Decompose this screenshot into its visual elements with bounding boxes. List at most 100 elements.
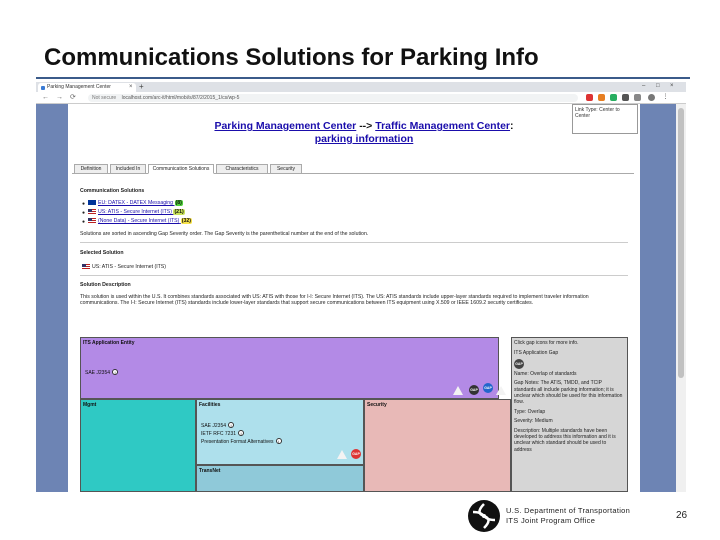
solution-text: (None Data) - Secure Internet (ITS) (98, 218, 180, 224)
sae-label-row: SAE J2354 i (85, 369, 119, 376)
mgmt-block: Mgmt (80, 399, 196, 492)
list-bullet: ● (82, 219, 86, 225)
link-type-note: Link Type: Center to Center (572, 104, 638, 134)
divider (80, 275, 628, 276)
close-window-icon[interactable]: × (670, 83, 674, 89)
severity-badge: (32) (180, 218, 192, 224)
scrollbar-thumb[interactable] (678, 108, 684, 378)
not-secure-label: Not secure (92, 95, 117, 101)
sae-j2354-label: SAE J2354 (85, 370, 111, 376)
back-button[interactable]: ← (42, 94, 49, 102)
divider (80, 242, 628, 243)
profile-avatar[interactable] (648, 94, 655, 101)
page-scrollbar[interactable] (676, 104, 686, 492)
tab-communication-solutions[interactable]: Communication Solutions (148, 164, 214, 174)
security-block: Security (364, 399, 511, 492)
severity-badge: (8) (174, 200, 183, 206)
gap-info-panel: Click gap icons for more info. ITS Appli… (511, 337, 628, 492)
url-input[interactable]: Not secure localhost.com/arc-it/html/mob… (88, 94, 578, 102)
usdot-logo (468, 500, 500, 532)
gap-icon[interactable]: GAP (469, 385, 479, 395)
solution-text: EU: DATEX - DATEX Messaging (98, 200, 174, 206)
selected-solution-value: US: ATIS - Secure Internet (ITS) (82, 264, 166, 270)
header-colon: : (510, 120, 514, 132)
list-bullet: ● (82, 210, 86, 216)
sort-note: Solutions are sorted in ascending Gap Se… (80, 231, 369, 237)
footer-line2: ITS Joint Program Office (506, 516, 596, 525)
title-divider (36, 77, 690, 79)
browser-tab[interactable]: Parking Management Center × (38, 83, 136, 92)
footer-org: U.S. Department of Transportation ITS Jo… (506, 506, 630, 526)
gap-icon[interactable]: GAP (351, 449, 361, 459)
tab-characteristics[interactable]: Characteristics (216, 164, 268, 174)
gap-title: ITS Application Gap (514, 350, 559, 357)
us-flag-icon (88, 218, 96, 224)
its-app-entity-label: ITS Application Entity (83, 340, 135, 346)
tab-included-in[interactable]: Included In (110, 164, 146, 174)
browser-screenshot: Parking Management Center × + – □ × ← → … (36, 82, 686, 492)
info-icon[interactable]: i (228, 422, 235, 428)
solution-link-us-atis[interactable]: US: ATIS - Secure Internet (ITS) (21) (88, 209, 185, 215)
gap-panel-icon: GAP (514, 358, 625, 369)
web-page: Parking Management Center --> Traffic Ma… (68, 104, 640, 492)
puzzle-icon[interactable] (634, 94, 641, 101)
mgmt-label: Mgmt (83, 402, 97, 408)
page-tabs: Definition Included In Communication Sol… (72, 164, 634, 174)
maximize-icon[interactable]: □ (656, 83, 660, 89)
pdf-extension-icon[interactable] (586, 94, 593, 101)
eu-flag-icon (88, 200, 96, 206)
favicon-icon (41, 86, 45, 90)
page-header: Parking Management Center --> Traffic Ma… (164, 120, 564, 146)
transnet-block: TransNet (196, 465, 364, 492)
info-icon[interactable]: i (238, 430, 245, 436)
address-bar-row: ← → ⟳ Not secure localhost.com/arc-it/ht… (36, 92, 686, 104)
warning-gap-icon[interactable] (496, 386, 506, 395)
facility-item: SAE J2354 (201, 423, 227, 429)
reload-button[interactable]: ⟳ (70, 94, 76, 102)
extension-icon[interactable] (610, 94, 617, 101)
extension-icon[interactable] (598, 94, 605, 101)
us-flag-icon (88, 209, 96, 215)
gap-icon[interactable]: GAP (483, 383, 493, 393)
warning-gap-icon[interactable] (453, 386, 463, 395)
tab-close-icon[interactable]: × (129, 83, 133, 92)
solution-description-heading: Solution Description (80, 282, 131, 288)
solution-description-text: This solution is used within the U.S. It… (80, 294, 589, 307)
transnet-label: TransNet (199, 468, 221, 474)
browser-tab-strip: Parking Management Center × + – □ × (36, 82, 686, 92)
tab-definition[interactable]: Definition (74, 164, 108, 174)
header-link-parking-center[interactable]: Parking Management Center (214, 120, 356, 132)
selected-solution-text: US: ATIS - Secure Internet (ITS) (92, 264, 166, 270)
solution-text: US: ATIS - Secure Internet (ITS) (98, 209, 172, 215)
facility-item: IETF RFC 7231 (201, 431, 237, 437)
facilities-block: Facilities SAE J2354 i IETF RFC 7231 i Pre… (196, 399, 364, 465)
solution-link-none-data[interactable]: (None Data) - Secure Internet (ITS) (32) (88, 218, 192, 224)
info-icon[interactable]: i (112, 369, 119, 375)
tab-title: Parking Management Center (47, 84, 111, 90)
its-application-entity-block: ITS Application Entity SAE J2354 i GAP GA… (80, 337, 506, 399)
url-text: localhost.com/arc-it/html/mobi/s/87/2/20… (121, 95, 240, 101)
list-bullet: ● (82, 201, 86, 207)
forward-button[interactable]: → (56, 94, 63, 102)
tab-security[interactable]: Security (270, 164, 302, 174)
facilities-label: Facilities (199, 402, 221, 408)
warning-gap-icon[interactable] (337, 450, 347, 459)
menu-icon[interactable]: ⋮ (662, 94, 669, 101)
header-link-traffic-center[interactable]: Traffic Management Center (375, 120, 510, 132)
selected-solution-heading: Selected Solution (80, 250, 124, 256)
minimize-icon[interactable]: – (642, 83, 645, 89)
extension-icon[interactable] (622, 94, 629, 101)
security-label: Security (367, 402, 387, 408)
facilities-items: SAE J2354 i IETF RFC 7231 i Presentation F… (201, 422, 282, 446)
solution-link-eu-datex[interactable]: EU: DATEX - DATEX Messaging (8) (88, 200, 183, 206)
severity-badge: (21) (173, 209, 185, 215)
gap-description: Description: Multiple standards have bee… (514, 427, 616, 453)
new-tab-button[interactable]: + (139, 83, 144, 91)
facility-item: Presentation Format Alternatives (201, 439, 274, 445)
info-icon[interactable]: i (275, 438, 282, 444)
header-link-flow[interactable]: parking information (315, 133, 414, 145)
slide-title: Communications Solutions for Parking Inf… (44, 44, 539, 71)
header-arrow: --> (359, 120, 373, 132)
slide-page-number: 26 (676, 510, 688, 521)
gap-notes: Gap Notes: The ATIS, TMDD, and TCIP stan… (514, 380, 623, 406)
